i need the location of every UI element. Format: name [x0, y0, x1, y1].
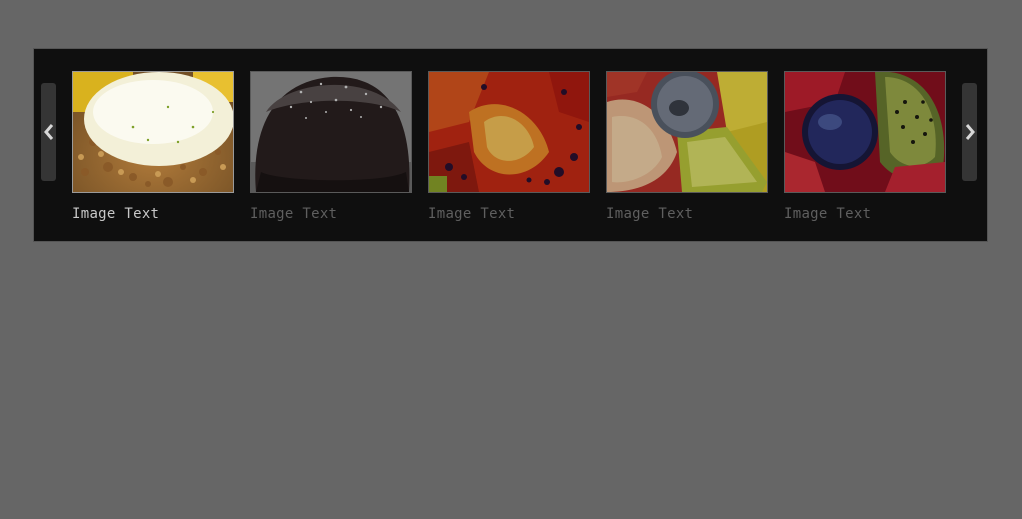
carousel-caption[interactable]: Image Text: [428, 206, 590, 222]
carousel-item[interactable]: Image Text: [72, 71, 234, 222]
chevron-left-icon: [43, 124, 53, 140]
carousel-item[interactable]: Image Text: [784, 71, 946, 222]
carousel-thumbnail[interactable]: [606, 71, 768, 193]
chevron-right-icon: [965, 124, 975, 140]
image-carousel: Image Text Image Text Image Text Image T…: [33, 48, 988, 242]
carousel-item[interactable]: Image Text: [250, 71, 412, 222]
carousel-caption[interactable]: Image Text: [250, 206, 412, 222]
dessert-image: [73, 72, 233, 192]
carousel-thumbnail[interactable]: [784, 71, 946, 193]
carousel-item[interactable]: Image Text: [428, 71, 590, 222]
carousel-thumbnail[interactable]: [250, 71, 412, 193]
carousel-thumbnail[interactable]: [72, 71, 234, 193]
carousel-caption[interactable]: Image Text: [72, 206, 234, 222]
carousel-caption[interactable]: Image Text: [784, 206, 946, 222]
prev-button[interactable]: [41, 83, 56, 181]
next-button[interactable]: [962, 83, 977, 181]
carousel-thumbnail[interactable]: [428, 71, 590, 193]
carousel-item[interactable]: Image Text: [606, 71, 768, 222]
carousel-caption[interactable]: Image Text: [606, 206, 768, 222]
